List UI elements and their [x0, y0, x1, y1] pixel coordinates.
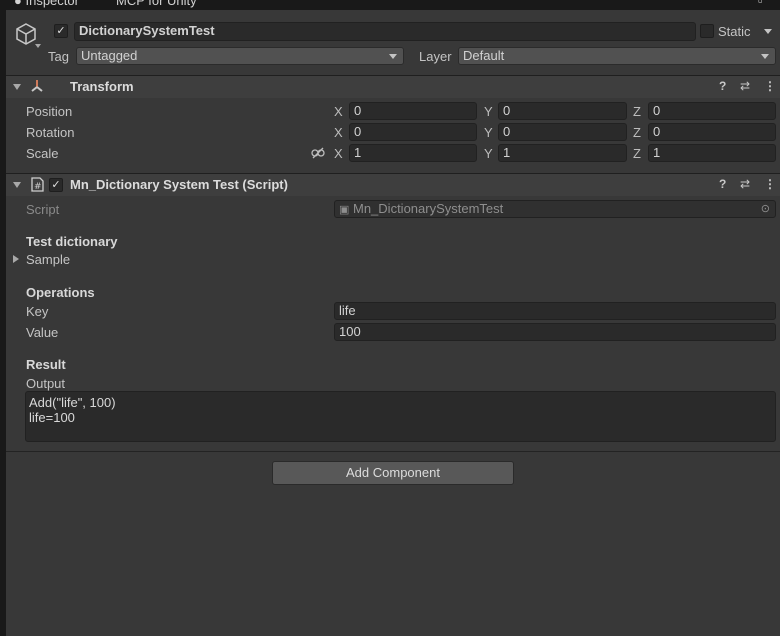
script-component-header[interactable]: # ✓ Mn_Dictionary System Test (Script) ?… — [6, 173, 780, 196]
chevron-down-icon — [761, 54, 769, 59]
transform-title: Transform — [70, 79, 134, 94]
scale-x-axis-label[interactable]: X — [334, 146, 343, 161]
tab-mcp-for-unity[interactable]: MCP for Unity — [116, 0, 197, 8]
value-field[interactable]: 100 — [334, 323, 776, 341]
value-label: Value — [26, 325, 59, 340]
output-textarea[interactable]: Add("life", 100) life=100 — [25, 391, 776, 442]
chevron-down-icon — [389, 54, 397, 59]
rotation-label: Rotation — [26, 125, 75, 140]
rotation-y-field[interactable]: 0 — [498, 123, 627, 141]
foldout-arrow-icon[interactable] — [13, 84, 21, 90]
static-label: Static — [718, 24, 751, 39]
position-label: Position — [26, 104, 73, 119]
help-icon[interactable]: ? — [719, 79, 726, 93]
tag-dropdown-value: Untagged — [81, 48, 138, 63]
position-z-axis-label[interactable]: Z — [633, 104, 641, 119]
static-dropdown-caret[interactable] — [764, 29, 772, 34]
rotation-x-field[interactable]: 0 — [349, 123, 477, 141]
tab-inspector[interactable]: ● Inspector — [14, 0, 79, 8]
help-icon[interactable]: ? — [719, 177, 726, 191]
key-label: Key — [26, 304, 49, 319]
preset-settings-icon[interactable]: ⇄ — [740, 79, 750, 93]
gameobject-name-field[interactable]: DictionarySystemTest — [74, 22, 696, 41]
layer-dropdown[interactable]: Default — [458, 47, 776, 65]
tag-label: Tag — [48, 49, 69, 64]
constrain-proportions-link-icon[interactable] — [311, 147, 325, 162]
scale-x-field[interactable]: 1 — [349, 144, 477, 162]
scale-y-field[interactable]: 1 — [498, 144, 627, 162]
script-component-title: Mn_Dictionary System Test (Script) — [70, 177, 288, 192]
position-x-axis-label[interactable]: X — [334, 104, 343, 119]
layer-dropdown-value: Default — [463, 48, 505, 63]
gameobject-active-checkbox[interactable]: ✓ — [54, 24, 68, 38]
layer-label: Layer — [419, 49, 452, 64]
sample-foldout-label[interactable]: Sample — [26, 252, 70, 267]
rotation-z-axis-label[interactable]: Z — [633, 125, 641, 140]
maximize-icon[interactable]: ▫ — [758, 0, 763, 8]
sample-foldout-arrow-icon[interactable] — [13, 255, 19, 263]
script-object-value: Mn_DictionarySystemTest — [353, 201, 504, 216]
rotation-x-axis-label[interactable]: X — [334, 125, 343, 140]
tab-inspector-label: Inspector — [25, 0, 79, 8]
foldout-arrow-icon[interactable] — [13, 182, 21, 188]
transform-header[interactable]: Transform ? ⇄ ⋮ — [6, 75, 780, 98]
position-y-axis-label[interactable]: Y — [484, 104, 493, 119]
components-divider — [6, 451, 780, 452]
transform-icon — [30, 79, 44, 96]
tab-bar: ● Inspector MCP for Unity ▫ — [6, 0, 780, 10]
position-x-field[interactable]: 0 — [349, 102, 477, 120]
preset-settings-icon[interactable]: ⇄ — [740, 177, 750, 191]
static-checkbox[interactable] — [700, 24, 714, 38]
script-file-icon: ▣ — [339, 204, 350, 216]
scale-label: Scale — [26, 146, 59, 161]
output-label: Output — [26, 376, 66, 391]
info-icon: ● — [14, 0, 22, 8]
position-y-field[interactable]: 0 — [498, 102, 627, 120]
script-label: Script — [26, 202, 60, 217]
component-menu-icon[interactable]: ⋮ — [764, 79, 776, 93]
rotation-z-field[interactable]: 0 — [648, 123, 776, 141]
scale-z-field[interactable]: 1 — [648, 144, 776, 162]
scale-z-axis-label[interactable]: Z — [633, 146, 641, 161]
scale-y-axis-label[interactable]: Y — [484, 146, 493, 161]
component-menu-icon[interactable]: ⋮ — [764, 177, 776, 191]
test-dictionary-header: Test dictionary — [26, 234, 118, 249]
result-header: Result — [26, 357, 66, 372]
key-field[interactable]: life — [334, 302, 776, 320]
script-object-field: ▣ Mn_DictionarySystemTest ⊙ — [334, 200, 776, 218]
script-enabled-checkbox[interactable]: ✓ — [49, 178, 63, 192]
add-component-button[interactable]: Add Component — [272, 461, 514, 485]
icon-picker-caret[interactable] — [35, 44, 41, 48]
svg-text:#: # — [34, 182, 42, 192]
position-z-field[interactable]: 0 — [648, 102, 776, 120]
object-picker-icon: ⊙ — [760, 203, 770, 215]
tag-dropdown[interactable]: Untagged — [76, 47, 404, 65]
rotation-y-axis-label[interactable]: Y — [484, 125, 493, 140]
operations-header: Operations — [26, 285, 95, 300]
script-icon: # — [30, 177, 44, 195]
